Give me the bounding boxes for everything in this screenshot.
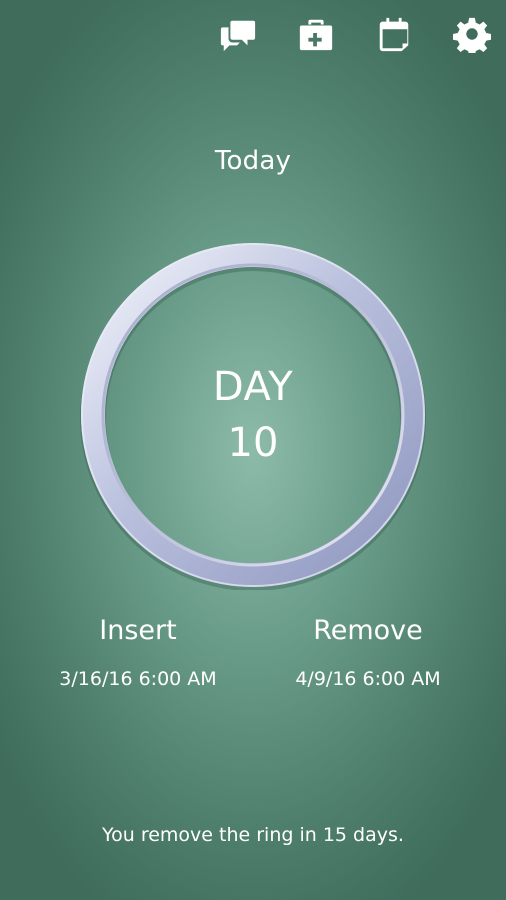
insert-label: Insert [99,615,177,646]
ring-graphic [78,240,428,590]
medical-info-button[interactable] [296,14,336,54]
remove-datetime: 4/9/16 6:00 AM [295,668,441,690]
app-screen: Today DAY 10 Insert Remove 3/16/16 6:00 … [0,0,506,900]
calendar-icon [379,17,409,52]
top-toolbar [218,14,492,54]
calendar-button[interactable] [374,14,414,54]
gear-icon [453,17,491,53]
chat-bubbles-icon [220,20,256,52]
remove-label: Remove [313,615,423,646]
first-aid-kit-icon [299,19,333,51]
messages-button[interactable] [218,14,258,54]
day-label: DAY [212,364,294,410]
day-number: 10 [227,420,279,466]
insert-datetime: 3/16/16 6:00 AM [59,668,217,690]
today-label: Today [214,146,292,176]
settings-button[interactable] [452,14,492,54]
removal-countdown-message: You remove the ring in 15 days. [102,824,404,846]
